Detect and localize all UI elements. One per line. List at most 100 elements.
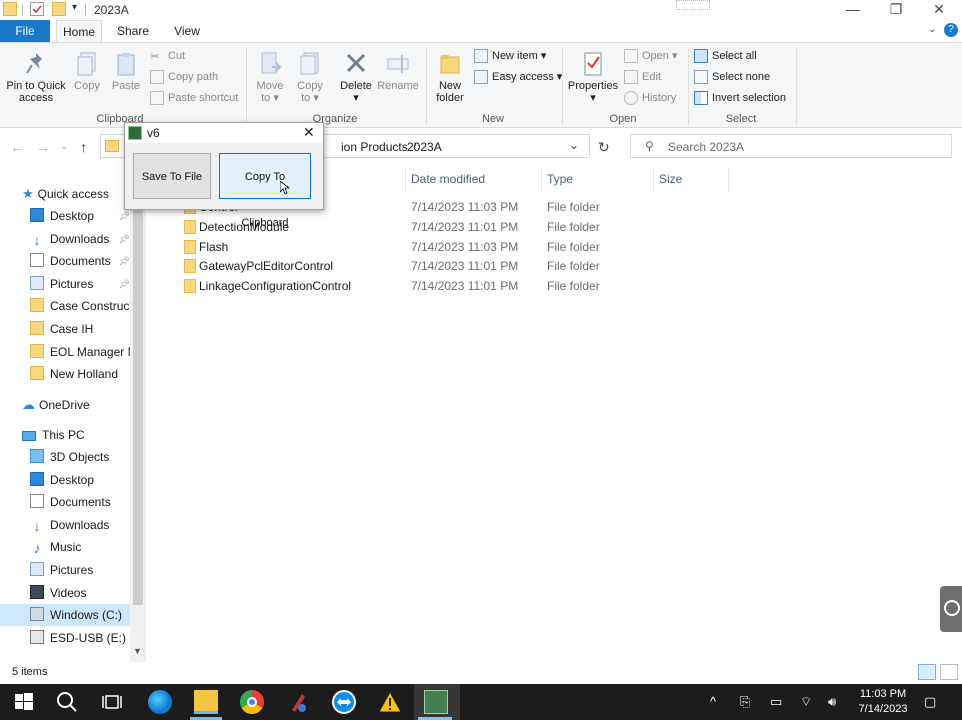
minimize-ribbon-icon[interactable]: ⌄ — [928, 24, 936, 35]
new-item-button[interactable]: New item ▾ — [474, 48, 546, 64]
edit-button[interactable]: Edit — [624, 69, 661, 85]
maximize-button[interactable]: ❐ — [873, 0, 919, 20]
nav-item[interactable]: ↓ Downloads 📌︎ — [30, 228, 131, 250]
refresh-button[interactable]: ↻ — [598, 139, 610, 156]
folder-icon[interactable] — [3, 2, 17, 16]
meet-now-icon[interactable]: ⎘ — [740, 694, 750, 710]
column-header-type[interactable]: Type — [547, 172, 573, 190]
details-view-icon[interactable] — [918, 664, 936, 680]
rename-button[interactable]: Rename — [376, 51, 420, 92]
clock[interactable]: 11:03 PM 7/14/2023 — [848, 687, 918, 717]
back-button[interactable]: ← — [10, 139, 24, 155]
new-folder-button[interactable]: New folder — [430, 51, 470, 104]
nav-pc-item[interactable]: Videos — [30, 582, 130, 604]
move-to-button[interactable]: Move to ▾ — [252, 51, 288, 104]
copy-button[interactable]: Copy — [70, 51, 104, 92]
copy-path-button[interactable]: Copy path — [150, 69, 218, 85]
show-hidden-icons-icon[interactable]: ^ — [710, 694, 716, 709]
nav-pc-item[interactable]: ESD-USB (E:) — [30, 627, 130, 649]
search-icon[interactable] — [55, 690, 79, 714]
file-row[interactable]: LinkageConfigurationControl 7/14/2023 11:… — [160, 276, 640, 296]
open-button[interactable]: Open ▾ — [624, 48, 678, 64]
cut-button[interactable]: ✂ Cut — [150, 48, 185, 64]
properties-button[interactable]: Properties ▾ — [566, 51, 620, 104]
nav-item[interactable]: Documents 📌︎ — [30, 250, 130, 272]
nav-item[interactable]: EOL Manager M — [30, 341, 130, 363]
dialog-close-button[interactable]: ✕ — [303, 124, 315, 141]
nav-item-label: New Holland — [50, 367, 119, 382]
notifications-icon[interactable]: ▢ — [924, 694, 936, 710]
up-button[interactable]: ↑ — [80, 139, 87, 155]
save-to-file-button[interactable]: Save To File — [133, 153, 211, 199]
nav-item[interactable]: New Holland — [30, 363, 130, 385]
easy-access-icon — [474, 70, 488, 85]
help-icon[interactable]: ? — [944, 23, 958, 37]
nav-pc-item[interactable]: Desktop — [30, 469, 130, 491]
column-separator — [541, 168, 542, 192]
scroll-down-arrow-icon[interactable]: ▼ — [133, 646, 142, 656]
file-row[interactable]: Flash 7/14/2023 11:03 PM File folder — [160, 237, 640, 257]
customize-toolbar-icon[interactable]: ▾ — [72, 2, 77, 13]
nav-item[interactable]: Case IH — [30, 318, 130, 340]
nav-pc-item[interactable]: 3D Objects — [30, 446, 130, 468]
nav-item[interactable]: Pictures 📌︎ — [30, 273, 130, 295]
tab-file[interactable]: File — [0, 20, 50, 42]
teamviewer-icon[interactable] — [332, 690, 356, 714]
nav-pc-item[interactable]: ↓ Downloads — [30, 514, 130, 536]
forward-button[interactable]: → — [36, 139, 50, 155]
breadcrumb-current[interactable]: 2023A — [407, 140, 442, 154]
pictures-icon — [30, 562, 44, 576]
nav-pc-item[interactable]: Pictures — [30, 559, 130, 581]
nav-pc-item[interactable]: ♪ Music — [30, 536, 130, 558]
select-none-button[interactable]: Select none — [694, 69, 770, 85]
address-dropdown-icon[interactable]: ⌄ — [569, 138, 579, 152]
warning-app-icon[interactable] — [378, 690, 402, 714]
invert-selection-button[interactable]: Invert selection — [694, 90, 786, 106]
battery-icon[interactable]: ▭ — [770, 694, 782, 710]
properties-icon[interactable] — [30, 2, 44, 16]
column-header-date[interactable]: Date modified — [411, 172, 485, 190]
file-row[interactable]: GatewayPclEditorControl 7/14/2023 11:01 P… — [160, 256, 640, 276]
nav-item[interactable]: Case Constructio — [30, 295, 130, 317]
search-box[interactable]: ⚲ Search 2023A — [630, 134, 952, 158]
new-folder-icon[interactable] — [52, 2, 66, 16]
view-options-icon[interactable] — [676, 0, 710, 10]
recent-locations-button[interactable]: ⌄ — [60, 141, 68, 152]
column-header-size[interactable]: Size — [659, 172, 682, 190]
side-widget-icon[interactable] — [940, 586, 962, 632]
close-button[interactable]: ✕ — [916, 0, 962, 20]
paste-shortcut-button[interactable]: Paste shortcut — [150, 90, 238, 106]
tab-share[interactable]: Share — [110, 20, 156, 42]
edge-browser-icon[interactable] — [148, 690, 172, 714]
nav-pc-item[interactable]: Windows (C:) — [0, 604, 130, 627]
file-explorer-icon[interactable] — [194, 690, 218, 714]
network-icon[interactable]: ⌔ — [800, 694, 812, 710]
tab-home[interactable]: Home — [56, 20, 102, 42]
tab-view[interactable]: View — [164, 20, 210, 42]
chrome-icon[interactable] — [240, 690, 264, 714]
tool-app-icon[interactable] — [286, 690, 310, 714]
copy-to-clipboard-button[interactable]: Copy To Clipboard — [219, 153, 311, 229]
nav-pc-item[interactable]: Documents — [30, 491, 130, 513]
copy-to-button[interactable]: Copy to ▾ — [292, 51, 328, 104]
paste-button[interactable]: Paste — [108, 51, 144, 92]
minimize-button[interactable]: — — [830, 0, 876, 20]
nav-scrollbar-thumb[interactable] — [133, 195, 143, 605]
pin-to-quick-access-button[interactable]: Pin to Quick access — [4, 51, 68, 104]
task-view-icon[interactable] — [100, 690, 124, 714]
select-all-button[interactable]: Select all — [694, 48, 757, 64]
volume-icon[interactable]: 🔊︎ — [828, 694, 836, 710]
breadcrumb-segment[interactable]: ion Products — [341, 140, 408, 154]
nav-this-pc[interactable]: This PC — [22, 424, 130, 446]
nav-onedrive[interactable]: ☁ OneDrive — [22, 394, 130, 416]
windows-start-icon[interactable] — [12, 690, 36, 714]
nav-item[interactable]: Desktop 📌︎ — [30, 205, 130, 227]
delete-button[interactable]: Delete ▾ — [336, 51, 376, 104]
file-row[interactable]: DetectionModule7/14/2023 11:01 PMFile fo… — [160, 217, 640, 237]
large-icons-view-icon[interactable] — [940, 664, 958, 680]
nav-quick-access[interactable]: ★ Quick access — [22, 183, 130, 205]
search-input[interactable]: Search 2023A — [668, 140, 744, 154]
mouse-cursor-icon — [279, 180, 291, 198]
easy-access-button[interactable]: Easy access ▾ — [474, 69, 562, 85]
history-button[interactable]: History — [624, 90, 676, 106]
